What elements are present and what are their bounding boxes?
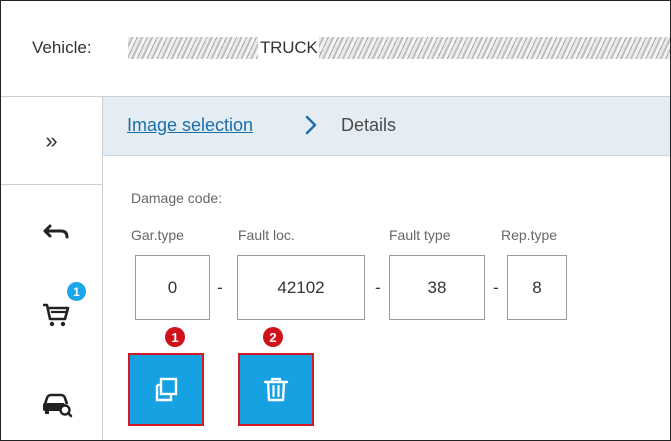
vehicle-search-button[interactable] [39, 386, 73, 420]
vehicle-header: Vehicle: TRUCK, [1, 1, 670, 97]
cart-count-badge: 1 [67, 282, 86, 301]
vehicle-model: TRUCK, [260, 38, 323, 57]
details-panel: Image selection Details Damage code: Gar… [103, 97, 670, 440]
rep-type-header: Rep.type [501, 227, 558, 243]
vehicle-label: Vehicle: [32, 38, 92, 57]
delete-button[interactable] [238, 353, 314, 426]
breadcrumb-current: Details [341, 115, 397, 135]
rep-type-field[interactable]: 8 [507, 255, 567, 320]
copy-button[interactable] [128, 353, 204, 426]
redacted-vehicle-id [128, 37, 258, 59]
breadcrumb-image-selection-link[interactable]: Image selection [127, 115, 253, 136]
cart-button[interactable]: 1 [39, 282, 86, 330]
breadcrumb: Image selection Details [103, 97, 670, 156]
side-rail: » 1 [1, 97, 103, 440]
copy-icon [155, 377, 178, 401]
fault-loc-field[interactable]: 42102 [237, 255, 365, 320]
gar-type-header: Gar.type [131, 227, 184, 243]
damage-code-label: Damage code: [131, 190, 223, 206]
expand-rail-button[interactable]: » [1, 97, 102, 185]
back-button[interactable] [39, 215, 73, 249]
redacted-vehicle-details [319, 37, 670, 59]
cart-icon [43, 303, 70, 327]
expand-icon: » [45, 127, 58, 153]
back-arrow-icon [43, 224, 69, 239]
fault-type-header: Fault type [389, 227, 451, 243]
app-window: Vehicle: TRUCK, » 1 Image selection Deta… [0, 0, 671, 441]
separator: - [375, 277, 381, 297]
gar-type-field[interactable]: 0 [135, 255, 210, 320]
delete-icon [263, 377, 289, 401]
separator: - [493, 277, 499, 297]
step-marker-2: 2 [263, 327, 283, 347]
fault-loc-header: Fault loc. [238, 227, 295, 243]
step-marker-1: 1 [165, 327, 185, 347]
fault-type-field[interactable]: 38 [389, 255, 485, 320]
chevron-right-icon [305, 115, 317, 135]
vehicle-search-icon [42, 393, 73, 418]
separator: - [217, 277, 223, 297]
